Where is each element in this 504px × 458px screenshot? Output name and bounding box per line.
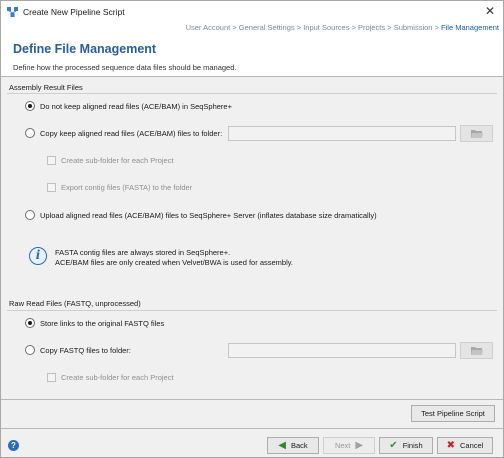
radio-label: Store links to the original FASTQ files bbox=[40, 318, 165, 328]
assembly-info-text: FASTA contig files are always stored in … bbox=[55, 248, 293, 268]
checkbox-label: Create sub-folder for each Project bbox=[61, 373, 174, 382]
finish-label: Finish bbox=[402, 441, 423, 450]
header-divider bbox=[1, 76, 503, 77]
radio-button-selected[interactable] bbox=[25, 101, 35, 111]
radio-label: Copy FASTQ files to folder: bbox=[40, 345, 131, 355]
page-title: Define File Management bbox=[13, 42, 157, 56]
checkbox[interactable] bbox=[47, 373, 56, 382]
window-close-button[interactable]: ✕ bbox=[483, 4, 497, 18]
finish-button[interactable]: ✔ Finish bbox=[379, 437, 433, 454]
checkbox[interactable] bbox=[47, 183, 56, 192]
page-subtitle: Define how the processed sequence data f… bbox=[13, 63, 237, 72]
radio-button[interactable] bbox=[25, 345, 35, 355]
info-line: FASTA contig files are always stored in … bbox=[55, 248, 231, 257]
wizard-window: Create New Pipeline Script ✕ User Accoun… bbox=[0, 0, 504, 458]
breadcrumb-step: Submission bbox=[393, 23, 433, 32]
section-divider bbox=[7, 93, 497, 94]
radio-button[interactable] bbox=[25, 128, 35, 138]
footer-divider bbox=[1, 399, 503, 400]
radio-label: Upload aligned read files (ACE/BAM) file… bbox=[40, 210, 377, 220]
assembly-folder-field[interactable] bbox=[228, 126, 456, 141]
fastq-folder-field[interactable] bbox=[228, 343, 456, 358]
cancel-button[interactable]: ✖ Cancel bbox=[437, 437, 493, 454]
checkbox-export-contig[interactable]: Export contig files (FASTA) to the folde… bbox=[47, 183, 192, 192]
info-icon: i bbox=[29, 247, 47, 265]
breadcrumb-separator: > bbox=[432, 23, 442, 32]
next-arrow-icon: ▶ bbox=[355, 440, 364, 451]
folder-icon bbox=[470, 347, 483, 355]
section-title-assembly: Assembly Result Files bbox=[9, 83, 83, 92]
back-label: Back bbox=[291, 441, 308, 450]
back-button[interactable]: ◀ Back bbox=[267, 437, 319, 454]
checkmark-icon: ✔ bbox=[389, 440, 398, 451]
checkbox-label: Export contig files (FASTA) to the folde… bbox=[61, 183, 193, 192]
radio-label: Copy keep aligned read files (ACE/BAM) f… bbox=[40, 128, 223, 138]
breadcrumb-separator: > bbox=[294, 23, 304, 32]
radio-button-selected[interactable] bbox=[25, 318, 35, 328]
breadcrumb-step: Projects bbox=[358, 23, 386, 32]
breadcrumb-separator: > bbox=[230, 23, 239, 32]
breadcrumb-separator: > bbox=[385, 23, 394, 32]
radio-copy-fastq[interactable]: Copy FASTQ files to folder: bbox=[25, 345, 131, 355]
radio-no-keep-aligned[interactable]: Do not keep aligned read files (ACE/BAM)… bbox=[25, 101, 232, 111]
folder-icon bbox=[470, 130, 483, 138]
title-bar: Create New Pipeline Script ✕ bbox=[1, 1, 503, 23]
checkbox-fastq-subfolder[interactable]: Create sub-folder for each Project bbox=[47, 373, 174, 382]
next-label: Next bbox=[334, 441, 351, 450]
breadcrumb-step: Input Sources bbox=[303, 23, 350, 32]
breadcrumb-step: General Settings bbox=[238, 23, 295, 32]
radio-upload-aligned[interactable]: Upload aligned read files (ACE/BAM) file… bbox=[25, 210, 377, 220]
back-arrow-icon: ◀ bbox=[278, 440, 286, 451]
info-line: ACE/BAM files are only created when Velv… bbox=[55, 258, 294, 267]
breadcrumb-step-active: File Management bbox=[441, 23, 499, 32]
footer-divider bbox=[1, 428, 503, 429]
fastq-browse-button[interactable] bbox=[460, 342, 493, 359]
test-pipeline-script-button[interactable]: Test Pipeline Script bbox=[411, 405, 495, 422]
breadcrumb-step: User Account bbox=[185, 23, 231, 32]
section-divider bbox=[7, 310, 497, 311]
breadcrumb: User Account > General Settings > Input … bbox=[186, 23, 499, 32]
window-title: Create New Pipeline Script bbox=[23, 7, 125, 17]
cancel-label: Cancel bbox=[460, 441, 484, 450]
radio-copy-keep-aligned[interactable]: Copy keep aligned read files (ACE/BAM) f… bbox=[25, 128, 222, 138]
assembly-browse-button[interactable] bbox=[460, 125, 493, 142]
next-button[interactable]: Next ▶ bbox=[323, 437, 375, 454]
section-title-raw: Raw Read Files (FASTQ, unprocessed) bbox=[9, 299, 141, 308]
radio-label: Do not keep aligned read files (ACE/BAM)… bbox=[40, 101, 232, 111]
cancel-x-icon: ✖ bbox=[446, 440, 456, 451]
pipeline-app-icon bbox=[7, 7, 18, 17]
breadcrumb-separator: > bbox=[349, 23, 359, 32]
radio-store-links[interactable]: Store links to the original FASTQ files bbox=[25, 318, 164, 328]
help-icon[interactable]: ? bbox=[8, 440, 19, 451]
checkbox-label: Create sub-folder for each Project bbox=[61, 156, 174, 165]
radio-button[interactable] bbox=[25, 210, 35, 220]
checkbox[interactable] bbox=[47, 156, 56, 165]
checkbox-assembly-subfolder[interactable]: Create sub-folder for each Project bbox=[47, 156, 174, 165]
wizard-header: User Account > General Settings > Input … bbox=[1, 23, 503, 76]
